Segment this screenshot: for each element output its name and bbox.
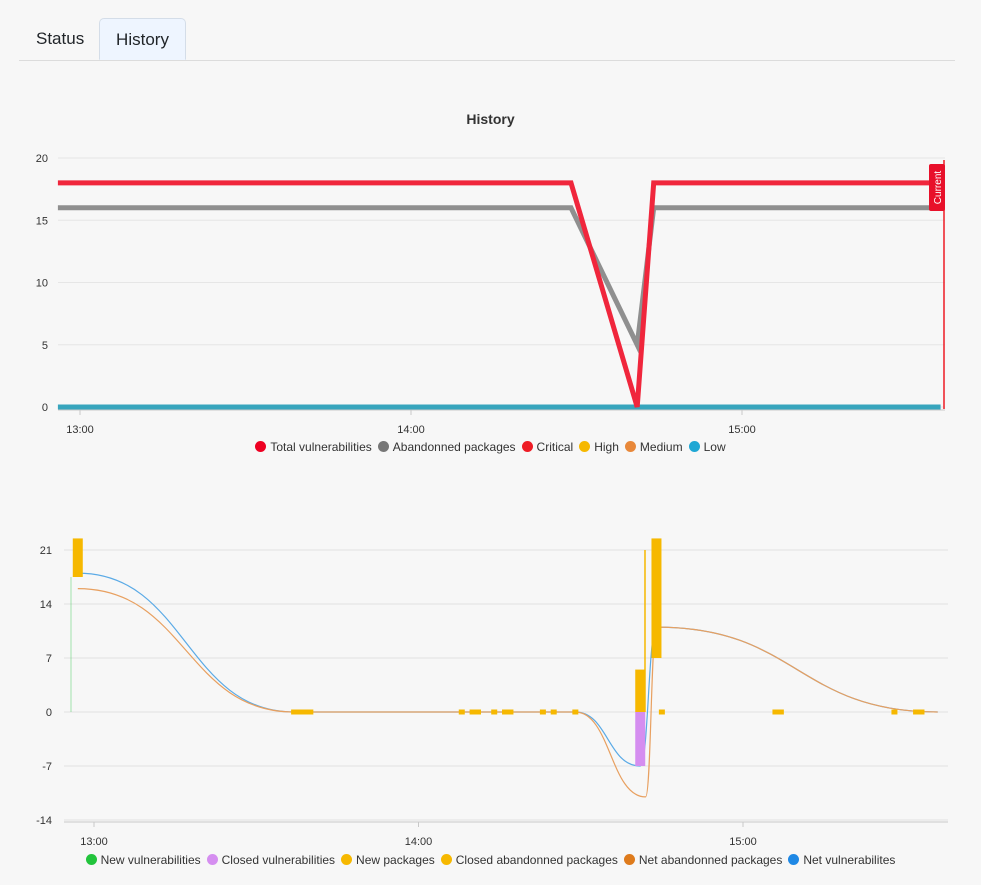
legend-item[interactable]: Low [688, 440, 726, 454]
y-tick-label: 14 [40, 599, 52, 611]
y-tick-label: 7 [46, 653, 52, 665]
legend-item[interactable]: Closed abandonned packages [440, 853, 618, 867]
legend-item[interactable]: Net vulnerabilites [788, 853, 895, 867]
zero-value-bar [658, 709, 665, 715]
zero-value-bar [502, 709, 509, 715]
legend-swatch [623, 854, 635, 865]
legend-label: New vulnerabilities [100, 853, 201, 867]
legend-item[interactable]: Closed vulnerabilities [206, 853, 336, 867]
zero-value-bar [474, 709, 481, 715]
new-packages-bar [72, 538, 83, 577]
zero-value-bar [772, 709, 779, 715]
y-tick-label: 0 [46, 707, 52, 719]
zero-value-bar [301, 709, 308, 715]
history-chart-legend: Total vulnerabilities Abandonned packages… [0, 440, 981, 454]
new-packages-bar [635, 669, 646, 712]
legend-swatch [255, 441, 267, 452]
zero-value-bar [572, 709, 579, 715]
legend-label: Closed abandonned packages [455, 853, 618, 867]
legend-label: Low [703, 440, 726, 454]
series-line-net-vulnerabilites [77, 572, 938, 767]
zero-value-bar [550, 709, 557, 715]
x-tick-label: 13:00 [80, 836, 108, 848]
legend-label: Net vulnerabilites [803, 853, 896, 867]
legend-swatch [521, 441, 533, 452]
legend-item[interactable]: Abandonned packages [377, 440, 516, 454]
changes-chart-legend: New vulnerabilities Closed vulnerabilitie… [0, 853, 981, 867]
x-tick-label: 14:00 [397, 424, 425, 436]
zero-value-bar [469, 709, 476, 715]
y-tick-label: -7 [42, 761, 52, 773]
legend-item[interactable]: Total vulnerabilities [255, 440, 372, 454]
closed-vulnerabilities-bar [635, 712, 646, 766]
legend-item[interactable]: Critical [521, 440, 574, 454]
legend-label: Total vulnerabilities [270, 440, 372, 454]
y-tick-label: 15 [36, 215, 48, 227]
zero-value-bar [507, 709, 514, 715]
legend-label: Critical [536, 440, 574, 454]
y-tick-label: 10 [36, 278, 48, 290]
zero-value-bar [291, 709, 298, 715]
y-tick-label: -14 [36, 815, 52, 827]
y-tick-label: 21 [40, 545, 52, 557]
legend-label: Abandonned packages [392, 440, 516, 454]
current-marker-label: Current [933, 171, 944, 205]
x-tick-label: 15:00 [729, 836, 757, 848]
legend-label: Closed vulnerabilities [221, 853, 336, 867]
series-line-abandonned-packages [57, 205, 941, 354]
zero-value-bar [918, 709, 925, 715]
legend-label: New packages [356, 853, 435, 867]
legend-item[interactable]: Net abandonned packages [623, 853, 783, 867]
zero-value-bar [491, 709, 498, 715]
series-line-total-vulnerabilities [57, 180, 941, 408]
zero-value-bar [777, 709, 784, 715]
zero-value-bar [307, 709, 314, 715]
zero-value-bar [458, 709, 465, 715]
legend-item[interactable]: Medium [624, 440, 683, 454]
legend-swatch [85, 854, 97, 865]
legend-swatch [341, 854, 353, 865]
legend-label: Medium [639, 440, 683, 454]
zero-value-bar [296, 709, 303, 715]
legend-swatch [579, 441, 591, 452]
x-tick-label: 13:00 [66, 424, 94, 436]
legend-swatch [206, 854, 218, 865]
legend-swatch [624, 441, 636, 452]
legend-swatch [440, 854, 452, 865]
zero-value-bar [913, 709, 920, 715]
legend-item[interactable]: New packages [341, 853, 435, 867]
x-tick-label: 14:00 [405, 836, 433, 848]
x-tick-label: 15:00 [728, 424, 756, 436]
legend-swatch [788, 854, 800, 865]
legend-label: Net abandonned packages [638, 853, 783, 867]
legend-item[interactable]: New vulnerabilities [85, 853, 201, 867]
legend-swatch [377, 441, 389, 452]
y-tick-label: 0 [42, 402, 48, 414]
legend-label: High [594, 440, 619, 454]
legend-item[interactable]: High [579, 440, 619, 454]
zero-value-bar [539, 709, 546, 715]
zero-value-bar [891, 709, 898, 715]
new-packages-bar [651, 538, 662, 658]
y-tick-label: 20 [36, 153, 48, 165]
y-tick-label: 5 [42, 340, 48, 352]
new-packages-bar [644, 550, 646, 712]
legend-swatch [688, 441, 700, 452]
